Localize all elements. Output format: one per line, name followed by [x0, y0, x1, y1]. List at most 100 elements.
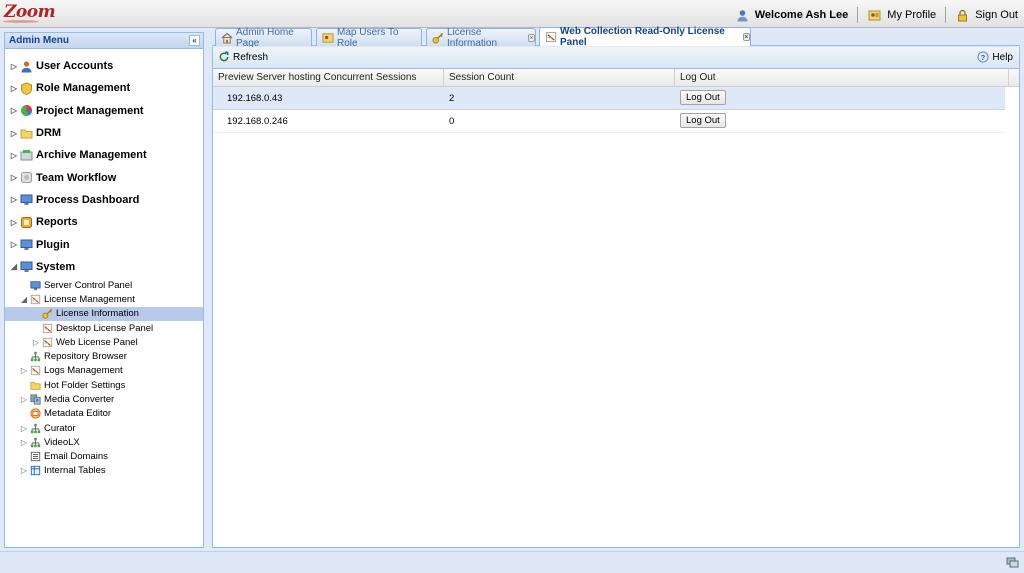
monitor-icon	[20, 260, 33, 273]
log-out-button[interactable]: Log Out	[680, 113, 726, 128]
tab-admin-home-page[interactable]: Admin Home Page	[215, 26, 312, 49]
expand-arrow-icon[interactable]: ▷	[9, 62, 19, 71]
menu-item-label: Team Workflow	[36, 171, 117, 184]
menu-item-internal-tables[interactable]: ▷ Internal Tables	[5, 464, 203, 478]
menu-item-label: Curator	[44, 422, 76, 434]
menu-item-email-domains[interactable]: ▷ Email Domains	[5, 450, 203, 464]
user-icon	[736, 9, 749, 22]
close-icon[interactable]: ×	[527, 33, 535, 42]
menu-item-reports[interactable]: ▷ Reports	[5, 211, 203, 233]
menu-item-user-accounts[interactable]: ▷ User Accounts	[5, 55, 203, 77]
expand-arrow-icon[interactable]: ▷	[9, 195, 19, 204]
expand-arrow-icon[interactable]: ▷	[9, 106, 19, 115]
menu-item-web-license-panel[interactable]: ▷ Web License Panel	[5, 335, 203, 349]
menu-item-label: Server Control Panel	[44, 279, 133, 291]
menu-item-license-information[interactable]: ▷ License Information	[5, 306, 203, 321]
certificate-icon	[545, 31, 557, 43]
archive-icon	[20, 149, 33, 162]
network-status-icon[interactable]	[1006, 556, 1019, 569]
welcome-text: Welcome Ash Lee	[754, 9, 849, 21]
menu-item-archive-management[interactable]: ▷ Archive Management	[5, 144, 203, 166]
my-profile-link[interactable]: My Profile	[867, 9, 936, 22]
tab-web-collection-license-panel[interactable]: Web Collection Read-Only License Panel ×	[539, 26, 751, 48]
expand-arrow-icon[interactable]: ▷	[31, 338, 41, 347]
expand-arrow-icon[interactable]: ▷	[9, 240, 19, 249]
expand-arrow-icon[interactable]: ▷	[19, 466, 29, 475]
certificate-icon	[30, 294, 41, 305]
collapse-panel-button[interactable]: «	[189, 35, 200, 46]
expand-arrow-icon[interactable]: ▷	[19, 424, 29, 433]
tab-map-users-to-role[interactable]: Map Users To Role	[316, 26, 422, 49]
column-header-session-count[interactable]: Session Count	[444, 69, 675, 87]
menu-item-server-control-panel[interactable]: ▷ Server Control Panel	[5, 278, 203, 292]
menu-item-team-workflow[interactable]: ▷ Team Workflow	[5, 166, 203, 188]
tab-label: Admin Home Page	[236, 26, 294, 49]
cell-log-out: Log Out	[675, 87, 1005, 109]
tab-label: License Information	[447, 26, 498, 49]
sign-out-link[interactable]: Sign Out	[955, 9, 1018, 22]
menu-item-label: License Information	[56, 308, 139, 320]
tab-label: Map Users To Role	[337, 26, 399, 49]
menu-item-project-management[interactable]: ▷ Project Management	[5, 100, 203, 122]
help-button[interactable]: ? Help	[977, 51, 1013, 63]
logo-swoosh	[3, 20, 39, 23]
tab-label: Web Collection Read-Only License Panel	[560, 26, 725, 48]
editor-icon	[30, 408, 41, 419]
menu-item-metadata-editor[interactable]: ▷ Metadata Editor	[5, 407, 203, 421]
menu-item-system[interactable]: ◢ System	[5, 256, 203, 278]
menu-item-hot-folder-settings[interactable]: ▷ Hot Folder Settings	[5, 378, 203, 392]
menu-item-repository-browser[interactable]: ▷ Repository Browser	[5, 349, 203, 363]
expand-arrow-icon[interactable]: ▷	[19, 395, 29, 404]
close-icon[interactable]: ×	[742, 33, 750, 41]
menu-item-process-dashboard[interactable]: ▷ Process Dashboard	[5, 189, 203, 211]
expand-arrow-icon[interactable]: ▷	[9, 218, 19, 227]
menu-item-desktop-license-panel[interactable]: ▷ Desktop License Panel	[5, 321, 203, 335]
menu-item-drm[interactable]: ▷ DRM	[5, 122, 203, 144]
admin-menu-header: Admin Menu «	[5, 33, 203, 49]
expand-arrow-icon[interactable]: ▷	[9, 129, 19, 138]
menu-item-role-management[interactable]: ▷ Role Management	[5, 77, 203, 99]
menu-item-label: User Accounts	[36, 60, 114, 73]
menu-item-label: Desktop License Panel	[56, 322, 154, 334]
menu-item-curator[interactable]: ▷ Curator	[5, 421, 203, 435]
menu-item-media-converter[interactable]: ▷ Media Converter	[5, 392, 203, 406]
table-icon	[30, 465, 41, 476]
menu-item-license-management[interactable]: ◢ License Management	[5, 292, 203, 306]
table-row[interactable]: 192.168.0.246 0 Log Out	[213, 110, 1005, 133]
expand-arrow-icon[interactable]: ▷	[19, 438, 29, 447]
menu-item-logs-management[interactable]: ▷ Logs Management	[5, 364, 203, 378]
tab-license-information[interactable]: License Information ×	[426, 26, 536, 49]
app-logo[interactable]: Zoom	[4, 2, 56, 22]
column-header-log-out[interactable]: Log Out	[675, 69, 1009, 87]
sign-out-label: Sign Out	[975, 9, 1018, 21]
tree-icon	[30, 423, 41, 434]
help-icon: ?	[977, 51, 989, 63]
column-header-server[interactable]: Preview Server hosting Concurrent Sessio…	[213, 69, 444, 87]
table-row[interactable]: 192.168.0.43 2 Log Out	[213, 87, 1005, 110]
monitor-icon	[20, 238, 33, 251]
grid-toolbar: Refresh ? Help	[213, 47, 1019, 69]
cell-server: 192.168.0.43	[227, 93, 283, 104]
header-bar: Zoom Welcome Ash Lee My Profile Sign Out	[0, 0, 1024, 28]
menu-item-plugin[interactable]: ▷ Plugin	[5, 233, 203, 255]
refresh-button[interactable]: Refresh	[218, 51, 268, 63]
log-out-button[interactable]: Log Out	[680, 90, 726, 105]
map-users-icon	[322, 32, 334, 44]
certificate-icon	[30, 365, 41, 376]
key-icon	[42, 308, 53, 319]
grid-header: Preview Server hosting Concurrent Sessio…	[213, 69, 1019, 87]
expand-arrow-icon[interactable]: ▷	[9, 173, 19, 182]
expand-arrow-icon[interactable]: ▷	[9, 151, 19, 160]
menu-item-videolx[interactable]: ▷ VideoLX	[5, 435, 203, 449]
status-bar	[0, 551, 1024, 573]
cell-log-out: Log Out	[675, 110, 1005, 132]
menu-item-label: Plugin	[36, 238, 70, 251]
expand-arrow-icon[interactable]: ▷	[9, 84, 19, 93]
menu-item-label: Archive Management	[36, 149, 147, 162]
menu-item-label: Web License Panel	[56, 336, 138, 348]
collapse-arrow-icon[interactable]: ◢	[9, 262, 19, 271]
tab-strip: Admin Home Page Map Users To Role Licens…	[212, 26, 1020, 49]
expand-arrow-icon[interactable]: ▷	[19, 366, 29, 375]
monitor-icon	[20, 193, 33, 206]
collapse-arrow-icon[interactable]: ◢	[19, 295, 29, 304]
